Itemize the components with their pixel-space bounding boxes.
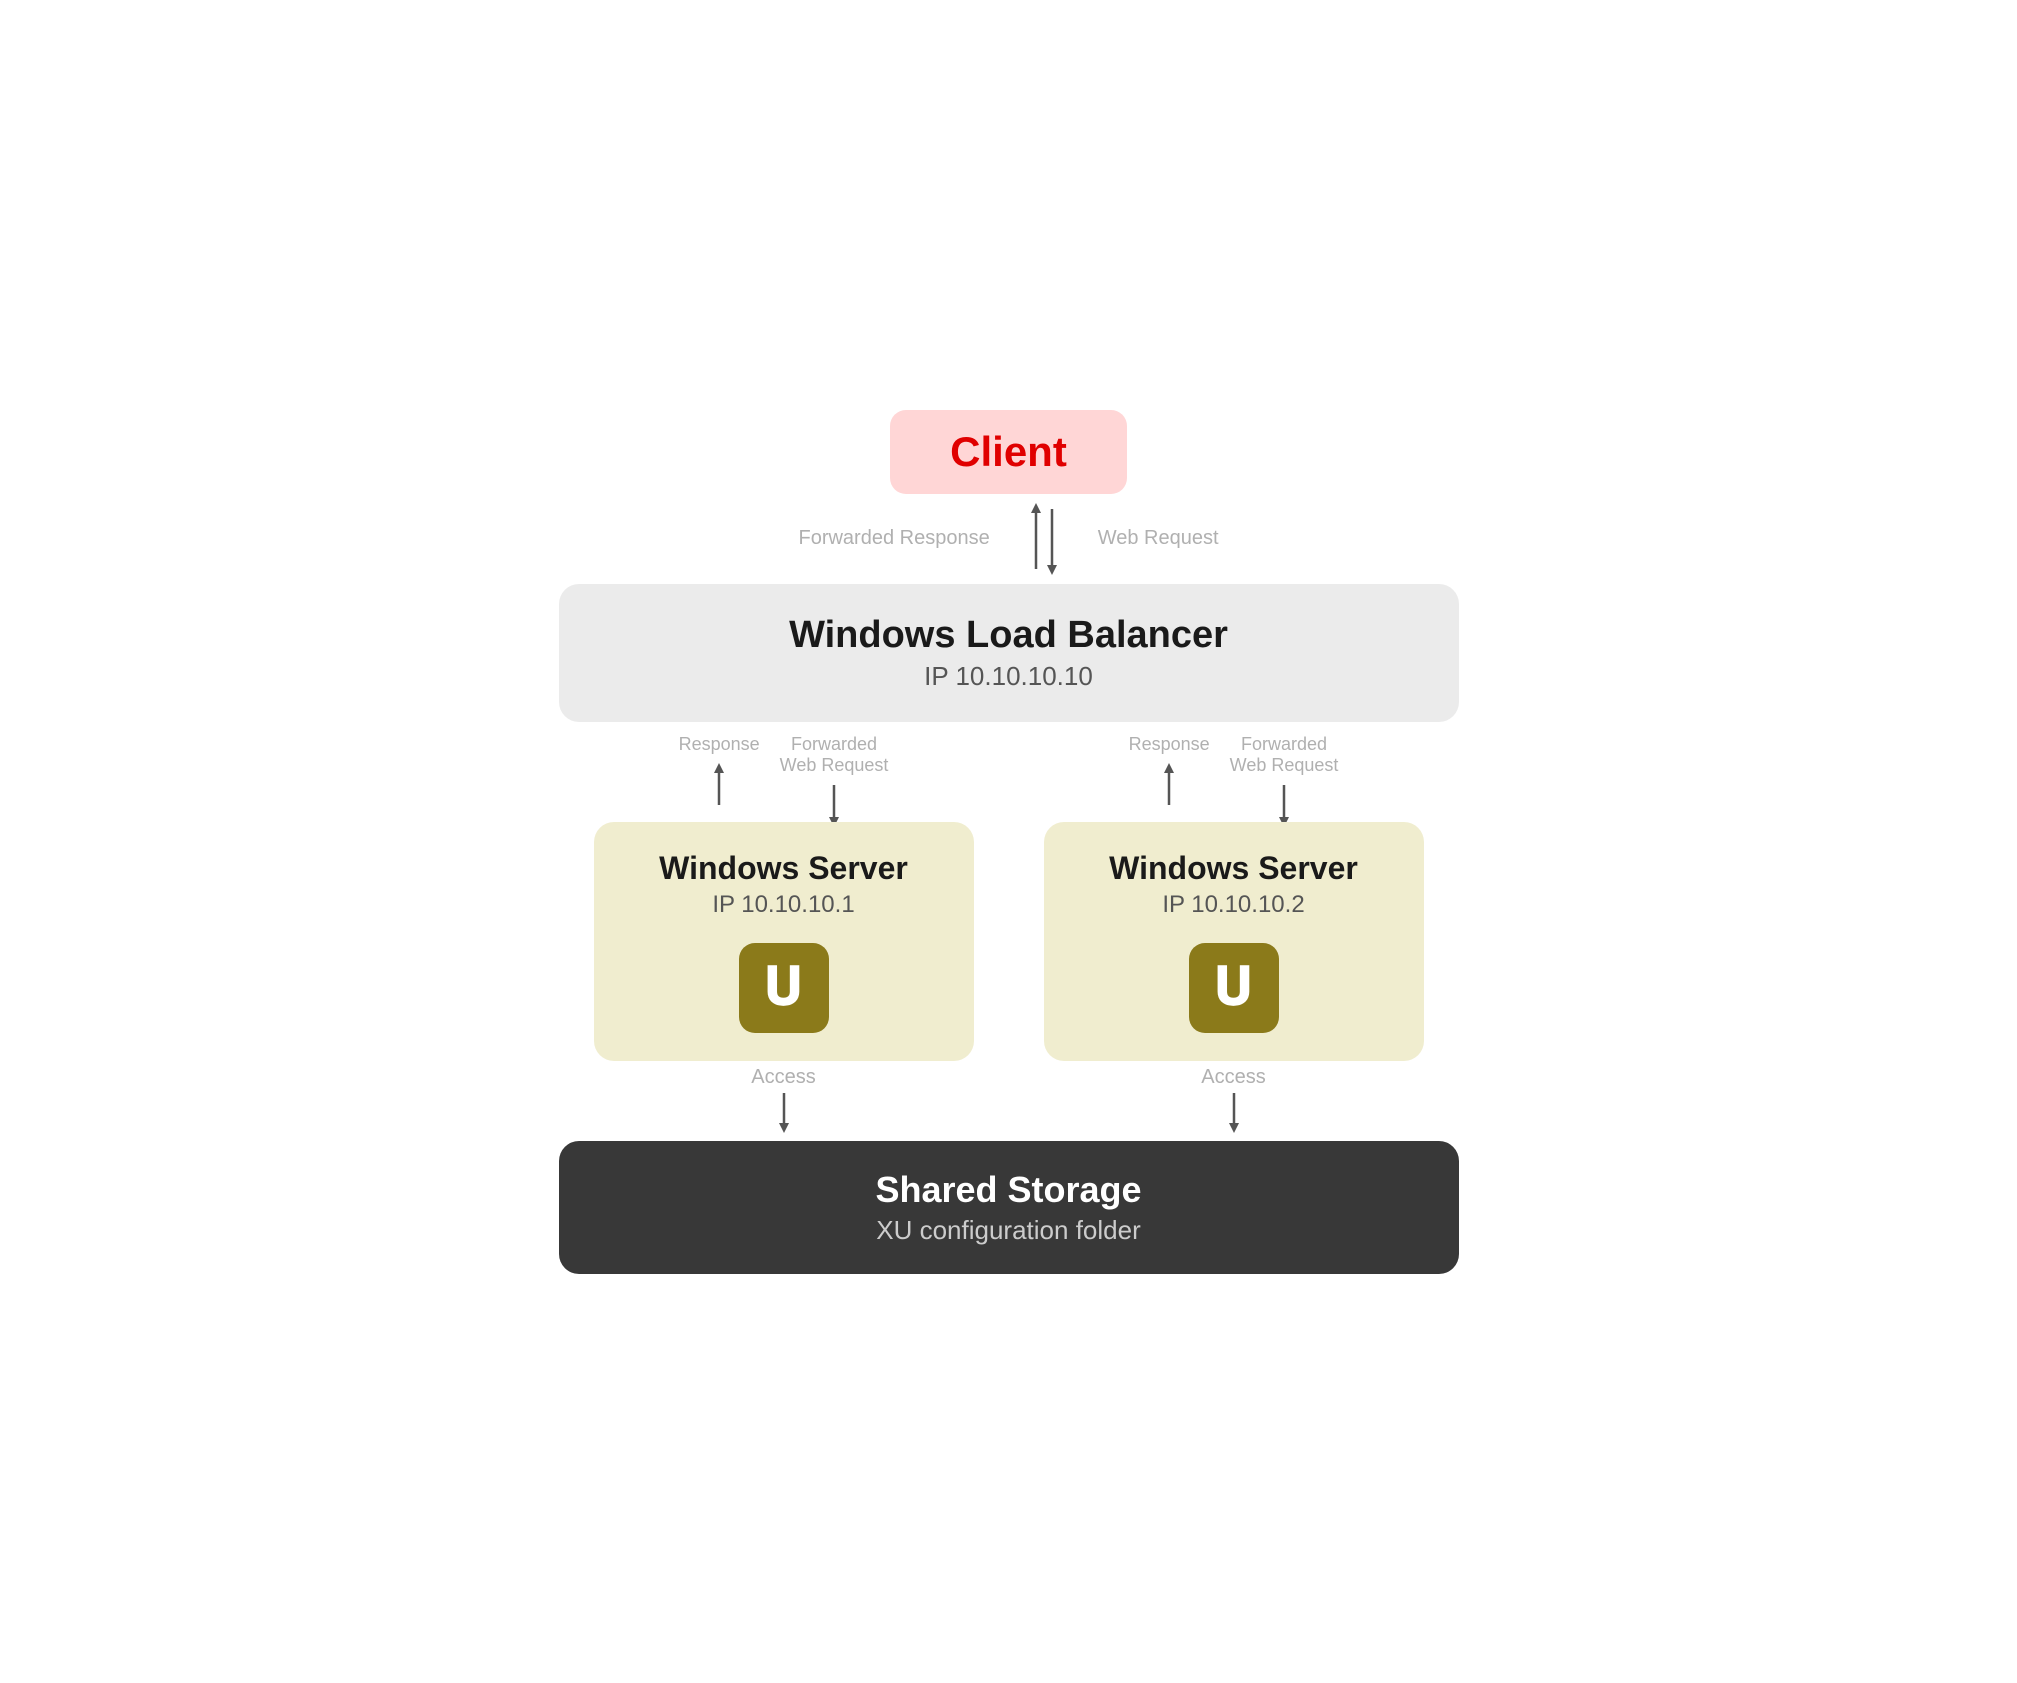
server1-access-area: Access bbox=[751, 1061, 815, 1141]
server2-access-area: Access bbox=[1201, 1061, 1265, 1141]
server1-xu-letter: 𝐔 bbox=[764, 962, 802, 1014]
server1-response-col: Response bbox=[679, 734, 760, 809]
server1-box: Windows Server IP 10.10.10.1 𝐔 bbox=[594, 822, 974, 1061]
server1-access-arrow bbox=[769, 1091, 799, 1135]
server1-arrow-area: Response ForwardedWeb Request bbox=[679, 722, 889, 822]
server1-xu-icon: 𝐔 bbox=[739, 943, 829, 1033]
load-balancer-ip: IP 10.10.10.10 bbox=[599, 661, 1419, 692]
server2-column: Response ForwardedWeb Request Windows bbox=[1009, 722, 1459, 1141]
client-label: Client bbox=[950, 428, 1067, 476]
server1-fwd-col: ForwardedWeb Request bbox=[780, 734, 889, 831]
server2-xu-icon: 𝐔 bbox=[1189, 943, 1279, 1033]
server2-access-arrow bbox=[1219, 1091, 1249, 1135]
server1-forwarded-label: ForwardedWeb Request bbox=[780, 734, 889, 777]
load-balancer-title: Windows Load Balancer bbox=[599, 614, 1419, 657]
diagram-container: Client Forwarded Response Web Request Wi… bbox=[559, 410, 1459, 1274]
web-request-label: Web Request bbox=[1098, 527, 1219, 550]
client-box: Client bbox=[890, 410, 1127, 494]
servers-row: Response ForwardedWeb Request Windows bbox=[559, 722, 1459, 1141]
server2-access-label: Access bbox=[1201, 1066, 1265, 1089]
server1-column: Response ForwardedWeb Request Windows bbox=[559, 722, 1009, 1141]
server1-title: Windows Server bbox=[659, 850, 908, 887]
server2-up-arrow bbox=[1154, 759, 1184, 809]
server1-access-label: Access bbox=[751, 1066, 815, 1089]
server2-title: Windows Server bbox=[1109, 850, 1358, 887]
forwarded-response-label: Forwarded Response bbox=[798, 527, 989, 550]
server2-arrow-area: Response ForwardedWeb Request bbox=[1129, 722, 1339, 822]
storage-title: Shared Storage bbox=[599, 1169, 1419, 1211]
server2-xu-letter: 𝐔 bbox=[1214, 962, 1252, 1014]
server2-box: Windows Server IP 10.10.10.2 𝐔 bbox=[1044, 822, 1424, 1061]
server1-response-label: Response bbox=[679, 734, 760, 755]
storage-box: Shared Storage XU configuration folder bbox=[559, 1141, 1459, 1274]
server2-response-col: Response bbox=[1129, 734, 1210, 809]
server2-forwarded-label: ForwardedWeb Request bbox=[1230, 734, 1339, 777]
server2-fwd-col: ForwardedWeb Request bbox=[1230, 734, 1339, 831]
server1-ip: IP 10.10.10.1 bbox=[712, 891, 854, 919]
server1-up-arrow bbox=[704, 759, 734, 809]
load-balancer-box: Windows Load Balancer IP 10.10.10.10 bbox=[559, 584, 1459, 722]
storage-subtitle: XU configuration folder bbox=[599, 1215, 1419, 1246]
client-lb-arrow-row: Forwarded Response Web Request bbox=[798, 494, 1218, 584]
server2-response-label: Response bbox=[1129, 734, 1210, 755]
client-lb-arrow-svg bbox=[1014, 499, 1074, 579]
server2-ip: IP 10.10.10.2 bbox=[1162, 891, 1304, 919]
